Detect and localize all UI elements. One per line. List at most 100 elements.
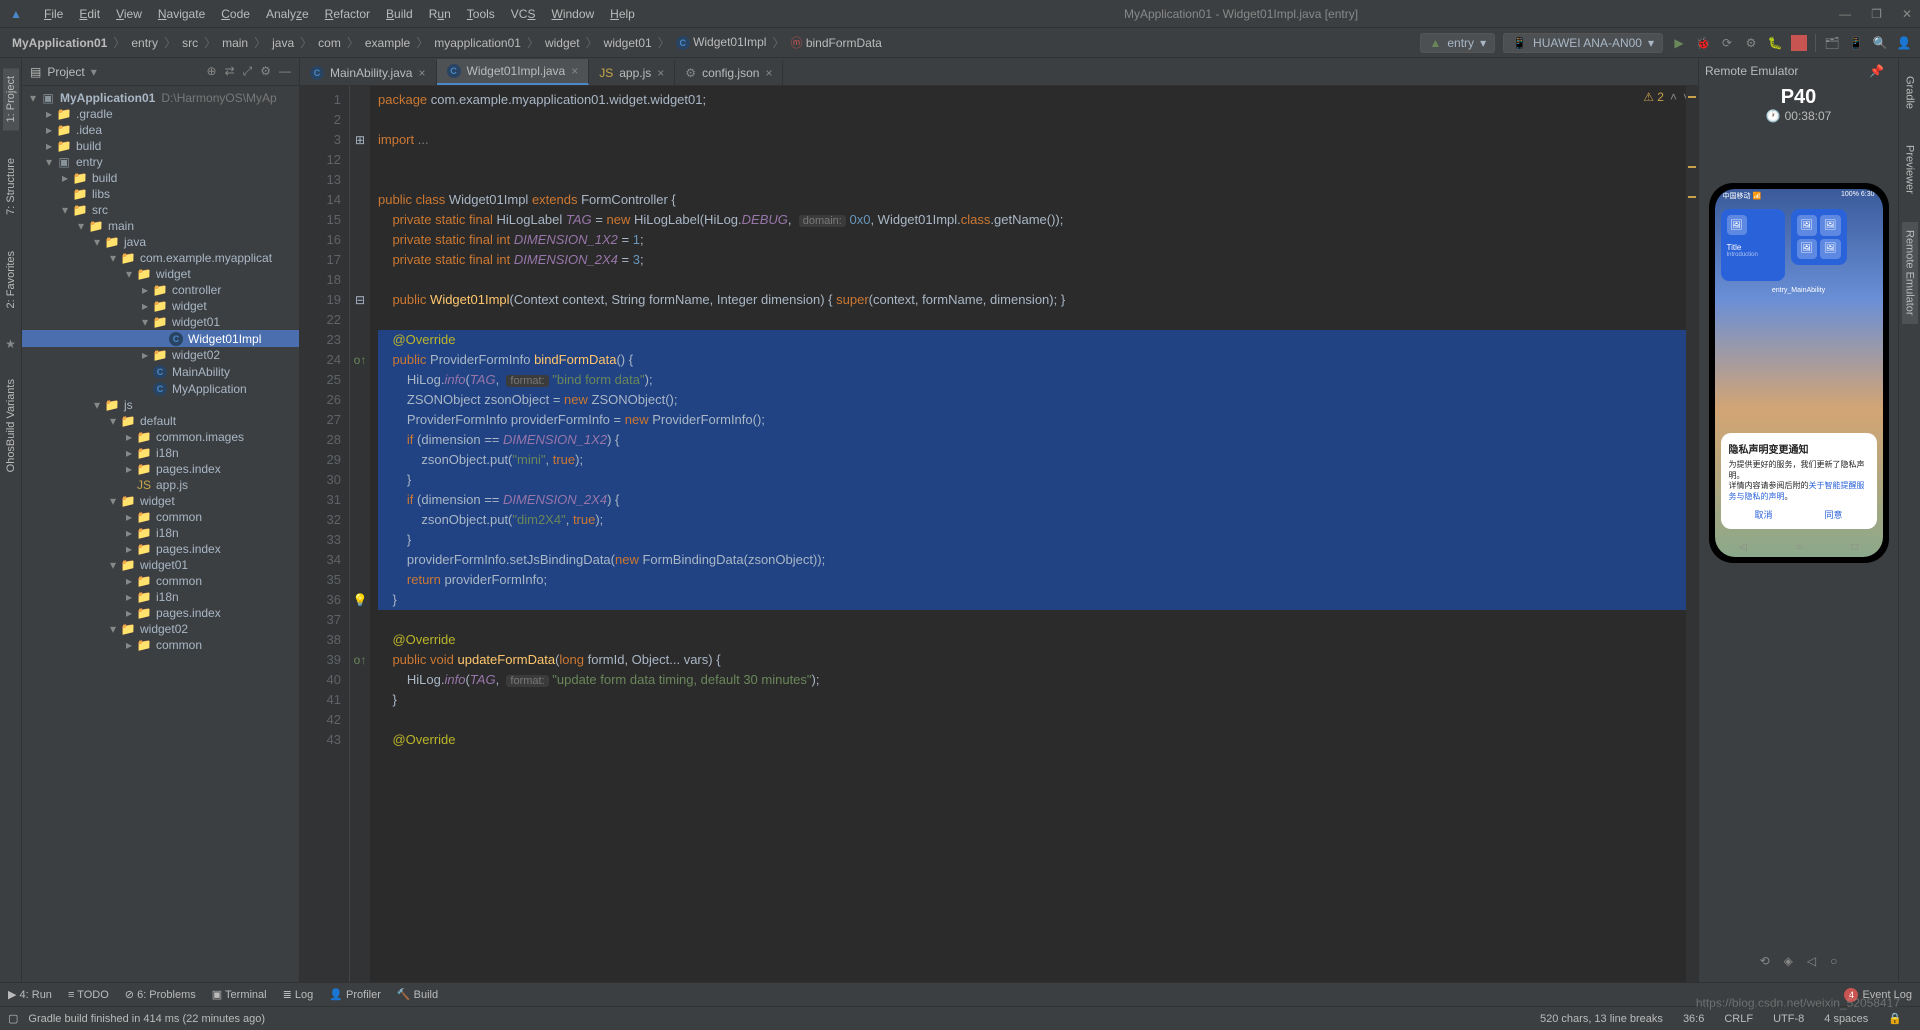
tree-row[interactable]: ▸📁common (22, 509, 299, 525)
attach-icon[interactable]: 🐛 (1767, 35, 1783, 51)
menu-vcs[interactable]: VCS (503, 7, 544, 21)
status-eol[interactable]: CRLF (1714, 1013, 1763, 1025)
crumb[interactable]: C Widget01Impl (672, 33, 771, 52)
tree-row[interactable]: ▾📁widget02 (22, 621, 299, 637)
crumb[interactable]: myapplication01 (430, 34, 525, 52)
tree-row[interactable]: ▸📁.idea (22, 122, 299, 138)
phone-home-icon[interactable]: ○ (1796, 542, 1802, 553)
rotate-icon[interactable]: ⟲ (1760, 954, 1770, 968)
code-body[interactable]: package com.example.myapplication01.widg… (370, 86, 1686, 982)
avd-icon[interactable]: 📱 (1848, 35, 1864, 51)
crumb[interactable]: entry (127, 34, 162, 52)
tree-row[interactable]: ▸📁common (22, 573, 299, 589)
tab-run[interactable]: ▶ 4: Run (8, 988, 52, 1001)
warnings-badge[interactable]: ⚠ 2 (1643, 90, 1664, 104)
tree-row[interactable]: ▸📁widget (22, 298, 299, 314)
tree-row[interactable]: ▸📁i18n (22, 525, 299, 541)
code-editor[interactable]: ⚠ 2 ˄ ˅ 12312131415161718192223242526272… (300, 86, 1698, 982)
user-icon[interactable]: 👤 (1896, 35, 1912, 51)
home-icon[interactable]: ○ (1830, 954, 1837, 968)
status-pos[interactable]: 36:6 (1673, 1013, 1714, 1025)
tab-mainability[interactable]: CMainAbility.java× (300, 61, 437, 85)
crumb[interactable]: example (361, 34, 414, 52)
sync-icon[interactable]: 🗂 (1824, 35, 1840, 51)
coverage-icon[interactable]: ⟳ (1719, 35, 1735, 51)
tab-todo[interactable]: ≡ TODO (68, 989, 109, 1001)
menu-tools[interactable]: Tools (459, 7, 503, 21)
project-tree[interactable]: ▾▣ MyApplication01D:\HarmonyOS\MyAp ▸📁.g… (22, 86, 299, 982)
tab-build[interactable]: 🔨 Build (397, 988, 438, 1001)
crumb[interactable]: main (218, 34, 252, 52)
tree-row[interactable]: ▾📁widget (22, 266, 299, 282)
tree-row[interactable]: ▾📁widget01 (22, 557, 299, 573)
device-combo[interactable]: 📱HUAWEI ANA-AN00▾ (1503, 33, 1663, 53)
run-icon[interactable]: ▶ (1671, 35, 1687, 51)
tree-row[interactable]: ▾📁widget01 (22, 314, 299, 330)
menu-window[interactable]: Window (543, 7, 602, 21)
tree-row[interactable]: ▾📁default (22, 413, 299, 429)
phone-cancel-button[interactable]: 取消 (1754, 508, 1772, 521)
collapse-icon[interactable]: ⤢ (243, 64, 253, 79)
tree-row[interactable]: ▾📁js (22, 397, 299, 413)
hide-icon[interactable]: — (279, 64, 291, 79)
tree-row[interactable]: ▸📁i18n (22, 445, 299, 461)
status-icon[interactable]: ▢ (8, 1012, 18, 1025)
phone-back-icon[interactable]: □ (1852, 542, 1858, 553)
tree-row[interactable]: JSapp.js (22, 477, 299, 493)
tab-gradle[interactable]: Gradle (1902, 68, 1918, 117)
tab-log[interactable]: ≣ Log (283, 988, 314, 1001)
tab-favorites[interactable]: 2: Favorites (3, 243, 19, 316)
phone-recents-icon[interactable]: ◁ (1739, 542, 1747, 553)
menu-run[interactable]: Run (421, 7, 459, 21)
tree-row[interactable]: ▸📁i18n (22, 589, 299, 605)
tab-previewer[interactable]: Previewer (1902, 137, 1918, 202)
tree-row[interactable]: 📁libs (22, 186, 299, 202)
close-icon[interactable]: ✕ (1902, 7, 1912, 21)
minimize-icon[interactable]: — (1839, 7, 1851, 21)
tree-row[interactable]: ▸📁pages.index (22, 461, 299, 477)
tree-row[interactable]: ▸📁common (22, 637, 299, 653)
stop-icon[interactable] (1791, 35, 1807, 51)
tab-structure[interactable]: 7: Structure (3, 150, 19, 223)
close-icon[interactable]: × (765, 66, 772, 80)
tree-row[interactable]: ▸📁controller (22, 282, 299, 298)
tree-row[interactable]: ▾📁src (22, 202, 299, 218)
crumb[interactable]: MyApplication01 (8, 34, 111, 52)
maximize-icon[interactable]: ❐ (1871, 7, 1882, 21)
tree-row[interactable]: ▸📁build (22, 170, 299, 186)
close-icon[interactable]: × (418, 66, 425, 80)
tree-row[interactable]: ▾📁main (22, 218, 299, 234)
close-icon[interactable]: × (571, 64, 578, 78)
menu-view[interactable]: View (108, 7, 150, 21)
tab-profiler[interactable]: 👤 Profiler (329, 988, 381, 1001)
menu-code[interactable]: Code (213, 7, 258, 21)
up-icon[interactable]: ˄ (1670, 90, 1677, 104)
tab-config[interactable]: ⚙config.json× (675, 61, 783, 85)
tree-row[interactable]: ▾▣entry (22, 154, 299, 170)
tab-build-variants[interactable]: OhosBuild Variants (3, 371, 19, 480)
menu-analyze[interactable]: Analyze (258, 7, 317, 21)
menu-help[interactable]: Help (602, 7, 643, 21)
crumb[interactable]: com (314, 34, 345, 52)
menu-file[interactable]: File (36, 7, 71, 21)
locate-icon[interactable]: ⊕ (207, 64, 217, 79)
tab-remote-emulator[interactable]: Remote Emulator (1902, 222, 1918, 324)
widget-card-large[interactable]: 🖼 Title Introduction (1721, 209, 1785, 281)
tab-terminal[interactable]: ▣ Terminal (212, 988, 267, 1001)
run-config-combo[interactable]: ▲entry▾ (1420, 33, 1495, 53)
tab-problems[interactable]: ⊘ 6: Problems (125, 988, 196, 1001)
crumb[interactable]: src (178, 34, 202, 52)
crumb[interactable]: ⓜ bindFormData (786, 32, 885, 53)
status-indent[interactable]: 4 spaces (1814, 1013, 1878, 1025)
tree-row[interactable]: CWidget01Impl (22, 330, 299, 347)
widget-card-small[interactable]: 🖼 🖼 🖼 🖼 (1791, 209, 1847, 265)
tree-row[interactable]: ▾📁widget (22, 493, 299, 509)
phone-agree-button[interactable]: 同意 (1824, 508, 1842, 521)
crumb[interactable]: widget (541, 34, 584, 52)
profile-icon[interactable]: ⚙ (1743, 35, 1759, 51)
settings-icon[interactable]: ⚙ (260, 64, 271, 79)
crumb[interactable]: java (268, 34, 298, 52)
back-icon[interactable]: ◁ (1807, 954, 1816, 968)
editor-scrollbar[interactable] (1686, 86, 1698, 982)
menu-build[interactable]: Build (378, 7, 421, 21)
